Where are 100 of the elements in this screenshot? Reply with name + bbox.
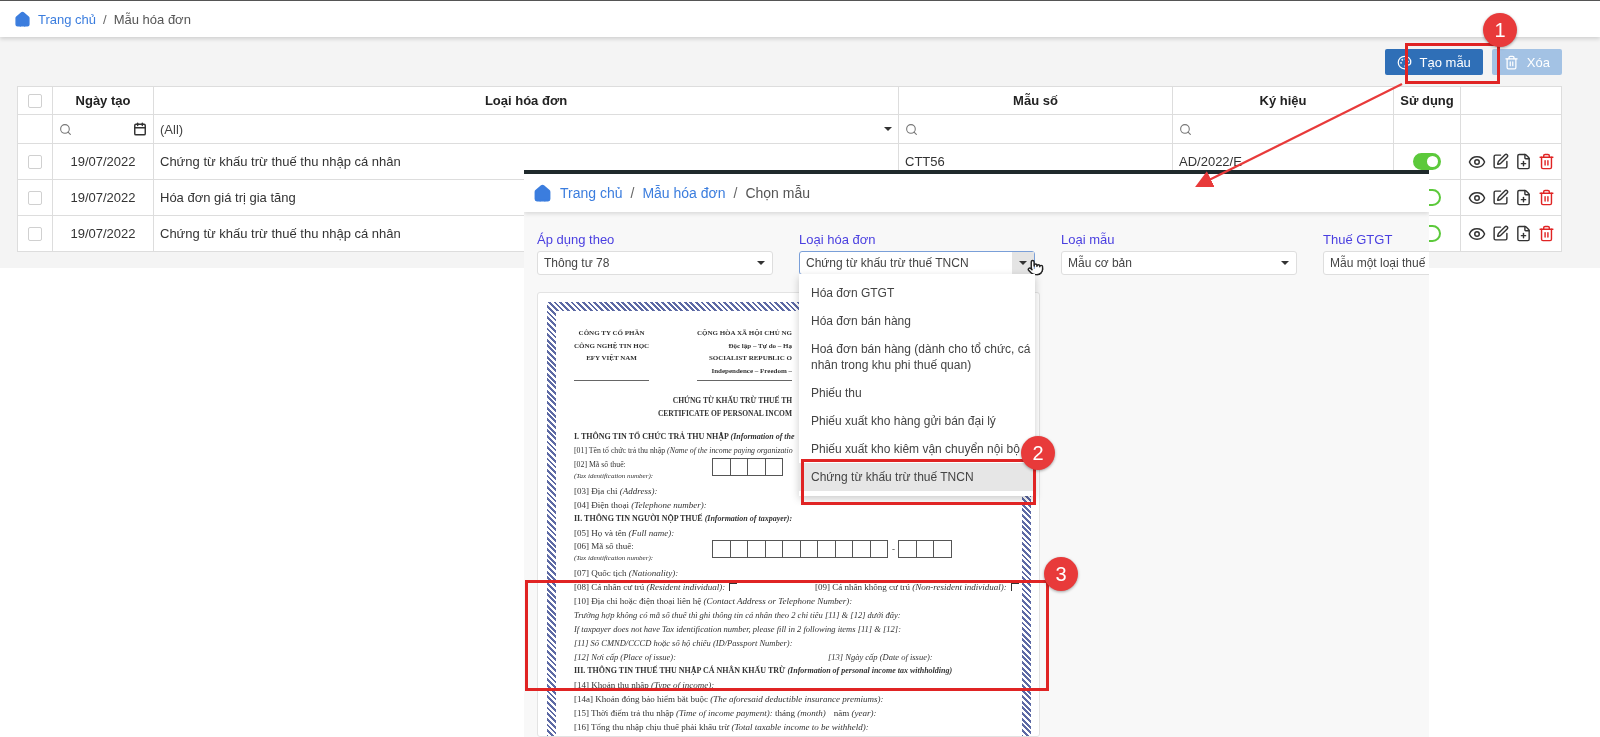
- form-field-label: [03] Địa chỉ (Address):: [574, 485, 658, 498]
- digit-box: [712, 540, 731, 558]
- dropdown-option[interactable]: Hóa đơn GTGT: [811, 279, 897, 307]
- breadcrumb-link[interactable]: Trang chủ: [560, 185, 623, 201]
- form-field-label: If taxpayer does not have Tax identification number, please fill in 2 following items [11] & [12]:: [574, 623, 901, 636]
- digit-box: [729, 540, 748, 558]
- dropdown-option[interactable]: Chứng từ khấu trừ thuế TNCN: [799, 463, 1035, 491]
- palette-icon: [1396, 54, 1412, 70]
- file-plus-icon[interactable]: [1514, 153, 1532, 170]
- section-heading: I. THÔNG TIN TỔ CHỨC TRẢ THU NHẬP (Information of the: [574, 430, 795, 443]
- section-heading: III. THÔNG TIN THUẾ THU NHẬP CÁ NHÂN KHẤU TRỪ (Information of personal income tax withholding): [574, 664, 953, 677]
- trash-icon[interactable]: [1537, 189, 1555, 206]
- search-icon: [59, 122, 72, 136]
- breadcrumb-separator: /: [630, 185, 635, 201]
- select-field[interactable]: Mẫu cơ bản: [1061, 251, 1297, 275]
- table-cell: Hóa đơn giá trị gia tăng: [160, 190, 296, 205]
- toggle-switch[interactable]: [1413, 153, 1441, 170]
- form-field-label: [07] Quốc tịch (Nationality):: [574, 567, 679, 580]
- digit-box: [782, 540, 801, 558]
- section-heading: II. THÔNG TIN NGƯỜI NỘP THUẾ (Information of taxpayer):: [574, 512, 793, 525]
- filter-select[interactable]: (All): [160, 121, 892, 137]
- form-field-label: [12] Nơi cấp (Place of issue):: [574, 651, 677, 664]
- digit-box: [898, 540, 917, 558]
- search-icon: [1179, 122, 1192, 136]
- dropdown-option[interactable]: Hóa đơn bán hàng: [811, 307, 913, 335]
- checkbox[interactable]: [28, 190, 42, 205]
- breadcrumb-text: Mẫu hóa đơn: [113, 11, 191, 27]
- file-plus-icon[interactable]: [1514, 189, 1532, 206]
- file-plus-icon[interactable]: [1514, 225, 1532, 242]
- digit-box: [933, 540, 952, 558]
- form-field-label: năm (year):: [833, 707, 877, 720]
- edit-icon[interactable]: [1491, 189, 1509, 206]
- digit-box: [747, 458, 766, 476]
- trash-icon[interactable]: [1537, 153, 1555, 170]
- digit-box: [869, 540, 888, 558]
- search-icon: [905, 122, 918, 136]
- table-cell: AD/2022/E: [1179, 154, 1242, 169]
- dropdown-option[interactable]: Phiếu xuất kho kiêm vận chuyển nội bộ: [811, 435, 1022, 463]
- table-cell: Chứng từ khấu trừ thuế thu nhập cá nhân: [160, 226, 401, 241]
- home-icon: [14, 10, 31, 28]
- digit-box: [747, 540, 766, 558]
- edit-icon[interactable]: [1491, 225, 1509, 242]
- dropdown-option[interactable]: Hoá đơn bán hàng (dành cho tổ chức, cá nhân trong khu phi thuế quan): [811, 335, 1035, 379]
- form-field-label: [16] Tổng thu nhập chịu thuế phải khấu trừ (Total taxable income to be withheld):: [574, 721, 869, 734]
- digit-box: [834, 540, 853, 558]
- digit-box: [799, 540, 818, 558]
- digit-box: [764, 540, 783, 558]
- dropdown-option[interactable]: Phiếu xuất kho hàng gửi bán đại lý: [811, 407, 998, 435]
- form-field-label: [09] Cá nhân không cư trú (Non-resident individual):: [815, 581, 1007, 594]
- table-cell: 19/07/2022: [70, 190, 136, 205]
- dash-text: -: [892, 544, 895, 554]
- select-field[interactable]: Thông tư 78: [537, 251, 773, 275]
- checkbox[interactable]: [28, 154, 42, 169]
- table-cell: 19/07/2022: [70, 154, 136, 169]
- table-cell: Chứng từ khấu trừ thuế thu nhập cá nhân: [160, 154, 401, 169]
- field-label: Áp dụng theo: [537, 232, 615, 247]
- caret-icon: [757, 261, 765, 265]
- column-header: Ngày tạo: [75, 93, 131, 108]
- form-field-label: [04] Điện thoại (Telephone number):: [574, 499, 707, 512]
- checkbox[interactable]: [28, 93, 42, 108]
- field-label: Loại mẫu: [1061, 232, 1115, 247]
- create-template-button[interactable]: Tạo mẫu: [1384, 49, 1483, 75]
- form-field-label: [14a] Khoản đóng bảo hiểm bắt buộc (The aforesaid deductible insurance premiums):: [574, 693, 884, 706]
- digit-box: [764, 458, 783, 476]
- form-field-label: [05] Họ và tên (Full name):: [574, 527, 675, 540]
- caret-icon: [1281, 261, 1289, 265]
- breadcrumb-separator: /: [733, 185, 738, 201]
- caret-icon: [884, 127, 892, 131]
- edit-icon[interactable]: [1491, 153, 1509, 170]
- table-cell: 19/07/2022: [70, 226, 136, 241]
- dropdown-toggle[interactable]: [1012, 252, 1034, 274]
- field-label: Thuế GTGT: [1323, 232, 1393, 247]
- checkbox[interactable]: [28, 226, 42, 241]
- form-field-label: [15] Thời điểm trả thu nhập (Time of income payment): tháng (month): [574, 707, 826, 720]
- column-header: Ký hiệu: [1259, 93, 1307, 108]
- digit-box: [712, 458, 731, 476]
- calendar-icon[interactable]: [133, 122, 147, 136]
- form-field-label: [06] Mã số thuế:: [574, 540, 635, 553]
- form-field-label: [13] Ngày cấp (Date of issue):: [828, 651, 933, 664]
- breadcrumb-text: Chọn mẫu: [745, 185, 810, 201]
- column-header: Sử dụng: [1400, 93, 1454, 108]
- home-icon: [533, 183, 552, 203]
- column-header: Loại hóa đơn: [484, 93, 568, 108]
- breadcrumb-link[interactable]: Mẫu hóa đơn: [642, 185, 726, 201]
- trash-icon[interactable]: [1537, 225, 1555, 242]
- breadcrumb-separator: /: [103, 11, 107, 27]
- digit-box: [852, 540, 871, 558]
- field-label: Loại hóa đơn: [799, 232, 876, 247]
- trash-icon: [1503, 54, 1519, 70]
- column-header: Mẫu số: [1013, 93, 1058, 108]
- form-field-label: [10] Địa chỉ hoặc điện thoại liên hệ (Contact Address or Telephone Number):: [574, 595, 853, 608]
- digit-box: [729, 458, 748, 476]
- form-field-label: [11] Số CMND/CCCD hoặc số hộ chiếu (ID/Passport Number):: [574, 637, 793, 650]
- form-field-label: [08] Cá nhân cư trú (Resident individual):: [574, 581, 726, 594]
- select-field[interactable]: Mẫu một loại thuế: [1323, 251, 1429, 275]
- dropdown-option[interactable]: Phiếu thu: [811, 379, 864, 407]
- breadcrumb-link[interactable]: Trang chủ: [38, 11, 97, 27]
- digit-box: [915, 540, 934, 558]
- digit-box: [817, 540, 836, 558]
- table-cell: CTT56: [905, 154, 945, 169]
